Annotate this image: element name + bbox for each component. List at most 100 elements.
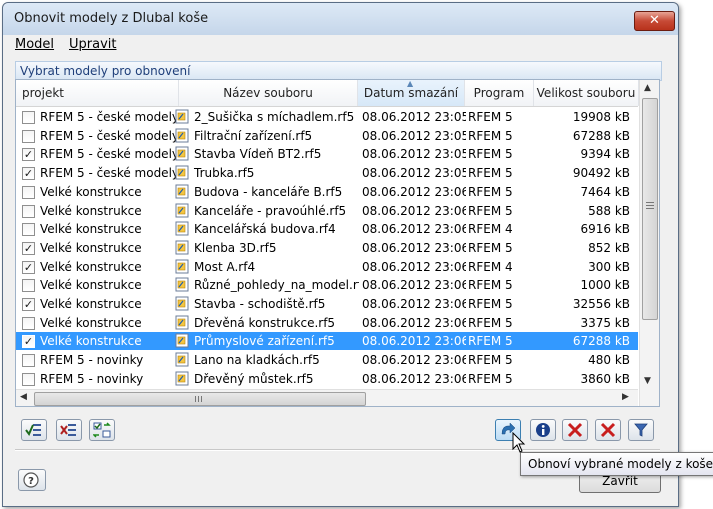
svg-text:?: ? [28, 476, 34, 487]
cell-size: 9394 kB [580, 147, 630, 162]
window-close-button[interactable]: ✕ [634, 11, 675, 31]
cell-file: Kanceláře - pravoúhlé.rf5 [175, 202, 359, 220]
cell-date: 08.06.2012 23:06 [362, 315, 466, 330]
tooltip: Obnoví vybrané modely z koše [520, 452, 713, 476]
row-checkbox[interactable]: ✓ [22, 167, 35, 181]
cell-file: Různé_pohledy_na_model.rf5 [175, 276, 359, 294]
model-file-icon [175, 277, 189, 292]
cell-date: 08.06.2012 23:06 [362, 297, 466, 311]
cell-date: 08.06.2012 23:06 [362, 371, 466, 386]
table-row[interactable]: ✓ Velké konstrukce Stavba - schodiště.rf5 0… [16, 295, 638, 313]
help-icon: ? [23, 472, 39, 488]
select-all-button[interactable] [21, 419, 47, 441]
cell-file: Budova - kanceláře B.rf5 [175, 183, 359, 201]
group-title: Vybrat modely pro obnovení [20, 64, 191, 78]
red-x-icon [600, 422, 616, 438]
table-row[interactable]: Velké konstrukce Budova - kanceláře B.rf5… [16, 183, 638, 201]
menu-bar: Model Upravit [3, 35, 678, 55]
row-checkbox[interactable] [22, 185, 35, 199]
info-button[interactable] [530, 419, 556, 441]
row-checkbox[interactable] [22, 223, 35, 237]
row-checkbox[interactable] [22, 372, 35, 386]
filter-button[interactable] [628, 419, 654, 441]
table-row[interactable]: ✓ Velké konstrukce Most A.rf4 08.06.2012 23… [16, 258, 638, 276]
cell-file: Stavba - schodiště.rf5 [175, 295, 359, 313]
cell-program: RFEM 5 [468, 315, 513, 330]
scroll-left-icon[interactable]: ◀ [20, 392, 27, 402]
file-name: Filtrační zařízení.rf5 [194, 128, 313, 143]
model-file-icon [175, 184, 189, 199]
row-checkbox[interactable] [22, 354, 35, 368]
cell-program: RFEM 5 [468, 147, 513, 162]
help-button[interactable]: ? [18, 469, 46, 491]
cell-program: RFEM 4 [468, 222, 513, 237]
deselect-all-button[interactable] [56, 419, 82, 441]
row-checkbox[interactable]: ✓ [22, 241, 35, 255]
scroll-right-icon[interactable]: ▶ [622, 392, 629, 402]
row-checkbox[interactable]: ✓ [22, 298, 35, 311]
cell-project: Velké konstrukce [40, 240, 142, 255]
column-header-size[interactable]: Velikost souboru [534, 80, 639, 106]
model-file-icon [175, 315, 189, 330]
vertical-scroll-thumb[interactable] [642, 98, 658, 320]
file-name: 2_Sušička s míchadlem.rf5 [194, 110, 355, 124]
title-bar: Obnovit modely z Dlubal koše ✕ [3, 3, 678, 35]
table-row[interactable]: Velké konstrukce Kancelářská budova.rf4 08… [16, 220, 638, 238]
column-header-program[interactable]: Program [465, 80, 534, 106]
horizontal-scroll-thumb[interactable] [34, 392, 366, 406]
table-row[interactable]: ✓ RFEM 5 - české modely Trubka.rf5 08.06.20… [16, 164, 638, 182]
column-header-project[interactable]: projekt [16, 80, 179, 106]
table-row[interactable]: Velké konstrukce Dřevěná konstrukce.rf5 08… [16, 314, 638, 332]
menu-upravit[interactable]: Upravit [69, 37, 116, 52]
cell-file: Lano na kladkách.rf5 [175, 351, 359, 369]
row-checkbox[interactable] [22, 111, 35, 124]
table-header: projekt Název souboru ▲ Datum smazání Pr… [16, 80, 639, 107]
window-title: Obnovit modely z Dlubal koše [14, 11, 209, 26]
vertical-scrollbar[interactable]: ▲ ▼ [639, 80, 659, 406]
menu-model[interactable]: Model [15, 37, 54, 52]
delete-all-button[interactable] [595, 419, 621, 441]
cell-program: RFEM 5 [468, 184, 513, 199]
model-file-icon [175, 371, 189, 386]
cell-program: RFEM 5 [468, 278, 513, 293]
scroll-down-icon[interactable]: ▼ [644, 376, 651, 386]
table-row[interactable]: ✓ Velké konstrukce Klenba 3D.rf5 08.06.2012… [16, 239, 638, 257]
table-row[interactable]: RFEM 5 - české modely 2_Sušička s míchadl… [16, 108, 638, 126]
file-name: Průmyslové zařízení.rf5 [194, 334, 335, 349]
cell-size: 3860 kB [580, 371, 630, 386]
table-row[interactable]: RFEM 5 - novinky Dřevěný můstek.rf5 08.06.… [16, 370, 638, 388]
file-name: Stavba Vídeň BT2.rf5 [194, 147, 322, 162]
cell-size: 480 kB [588, 353, 630, 368]
row-checkbox[interactable] [22, 129, 35, 143]
cell-project: Velké konstrukce [40, 315, 142, 330]
table-row[interactable]: ✓ Velké konstrukce Průmyslové zařízení.rf5… [16, 332, 638, 351]
horizontal-scrollbar[interactable]: ◀ ▶ [16, 389, 638, 406]
invert-selection-button[interactable] [89, 419, 115, 441]
model-file-icon [175, 109, 189, 124]
row-checkbox[interactable] [22, 279, 35, 293]
column-header-date[interactable]: ▲ Datum smazání [358, 80, 465, 106]
column-header-file[interactable]: Název souboru [179, 80, 358, 106]
cell-date: 08.06.2012 23:06 [362, 240, 466, 255]
row-checkbox[interactable]: ✓ [22, 148, 35, 162]
row-checkbox[interactable]: ✓ [22, 335, 35, 349]
table-row[interactable]: ✓ RFEM 5 - české modely Stavba Vídeň BT2.r… [16, 145, 638, 163]
table-row[interactable]: RFEM 5 - české modely Filtrační zařízení.… [16, 127, 638, 145]
row-checkbox[interactable] [22, 316, 35, 330]
row-checkbox[interactable] [22, 204, 35, 218]
model-file-icon [175, 259, 189, 274]
table-row[interactable]: RFEM 5 - novinky Lano na kladkách.rf5 08.0… [16, 351, 638, 369]
invert-list-icon [93, 422, 111, 438]
cell-size: 32556 kB [572, 297, 630, 311]
model-file-icon [175, 203, 189, 217]
table-row[interactable]: Velké konstrukce Kanceláře - pravoúhlé.rf… [16, 202, 638, 220]
cell-file: Stavba Vídeň BT2.rf5 [175, 145, 359, 163]
scroll-up-icon[interactable]: ▲ [644, 83, 651, 93]
cell-size: 67288 kB [572, 128, 630, 143]
cell-date: 08.06.2012 23:06 [362, 184, 466, 199]
row-checkbox[interactable]: ✓ [22, 260, 35, 274]
file-name: Budova - kanceláře B.rf5 [194, 184, 343, 199]
delete-button[interactable] [562, 419, 588, 441]
cell-file: Most A.rf4 [175, 258, 359, 276]
table-row[interactable]: Velké konstrukce Různé_pohledy_na_model.r… [16, 276, 638, 294]
